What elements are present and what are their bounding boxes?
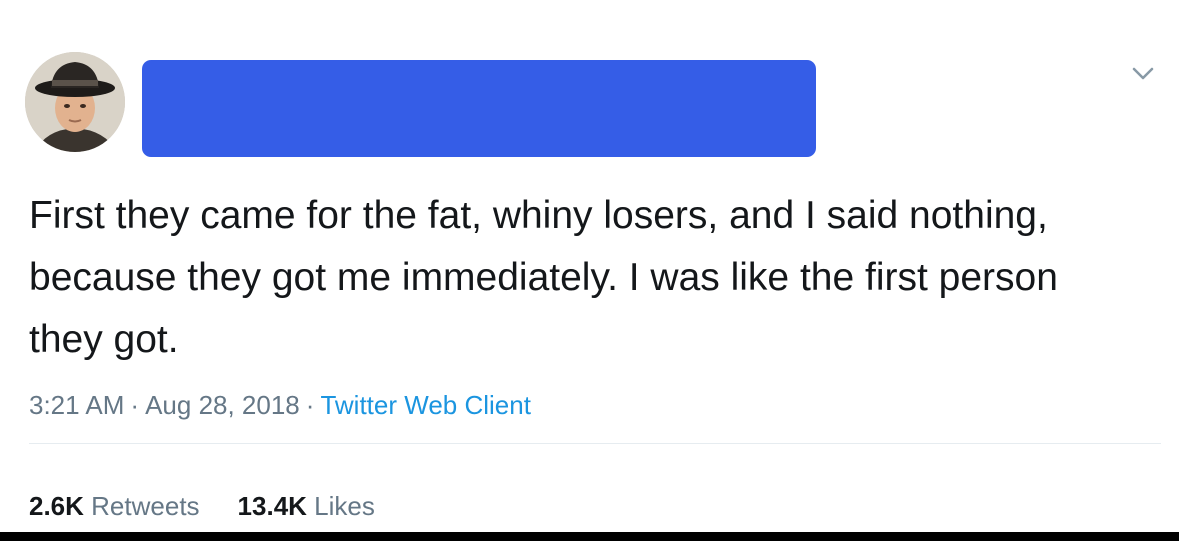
divider xyxy=(29,443,1161,444)
redacted-name xyxy=(142,60,816,157)
chevron-down-icon[interactable] xyxy=(1129,60,1157,86)
likes-count: 13.4K xyxy=(237,491,307,521)
tweet-date[interactable]: Aug 28, 2018 xyxy=(145,390,300,420)
likes-stat[interactable]: 13.4K Likes xyxy=(238,491,375,521)
separator: · xyxy=(305,390,315,420)
retweets-label: Retweets xyxy=(91,491,200,521)
likes-label: Likes xyxy=(314,491,375,521)
tweet-time[interactable]: 3:21 AM xyxy=(29,390,124,420)
separator: · xyxy=(130,390,140,420)
tweet-text: First they came for the fat, whiny loser… xyxy=(29,194,1058,361)
tweet-metadata: 3:21 AM · Aug 28, 2018 · Twitter Web Client xyxy=(29,390,531,421)
avatar-image xyxy=(25,52,125,152)
bottom-border xyxy=(0,532,1179,541)
tweet-client-link[interactable]: Twitter Web Client xyxy=(320,390,530,420)
retweets-count: 2.6K xyxy=(29,491,84,521)
avatar[interactable] xyxy=(25,52,125,152)
tweet-stats: 2.6K Retweets 13.4K Likes xyxy=(29,491,375,522)
retweets-stat[interactable]: 2.6K Retweets xyxy=(29,491,200,521)
